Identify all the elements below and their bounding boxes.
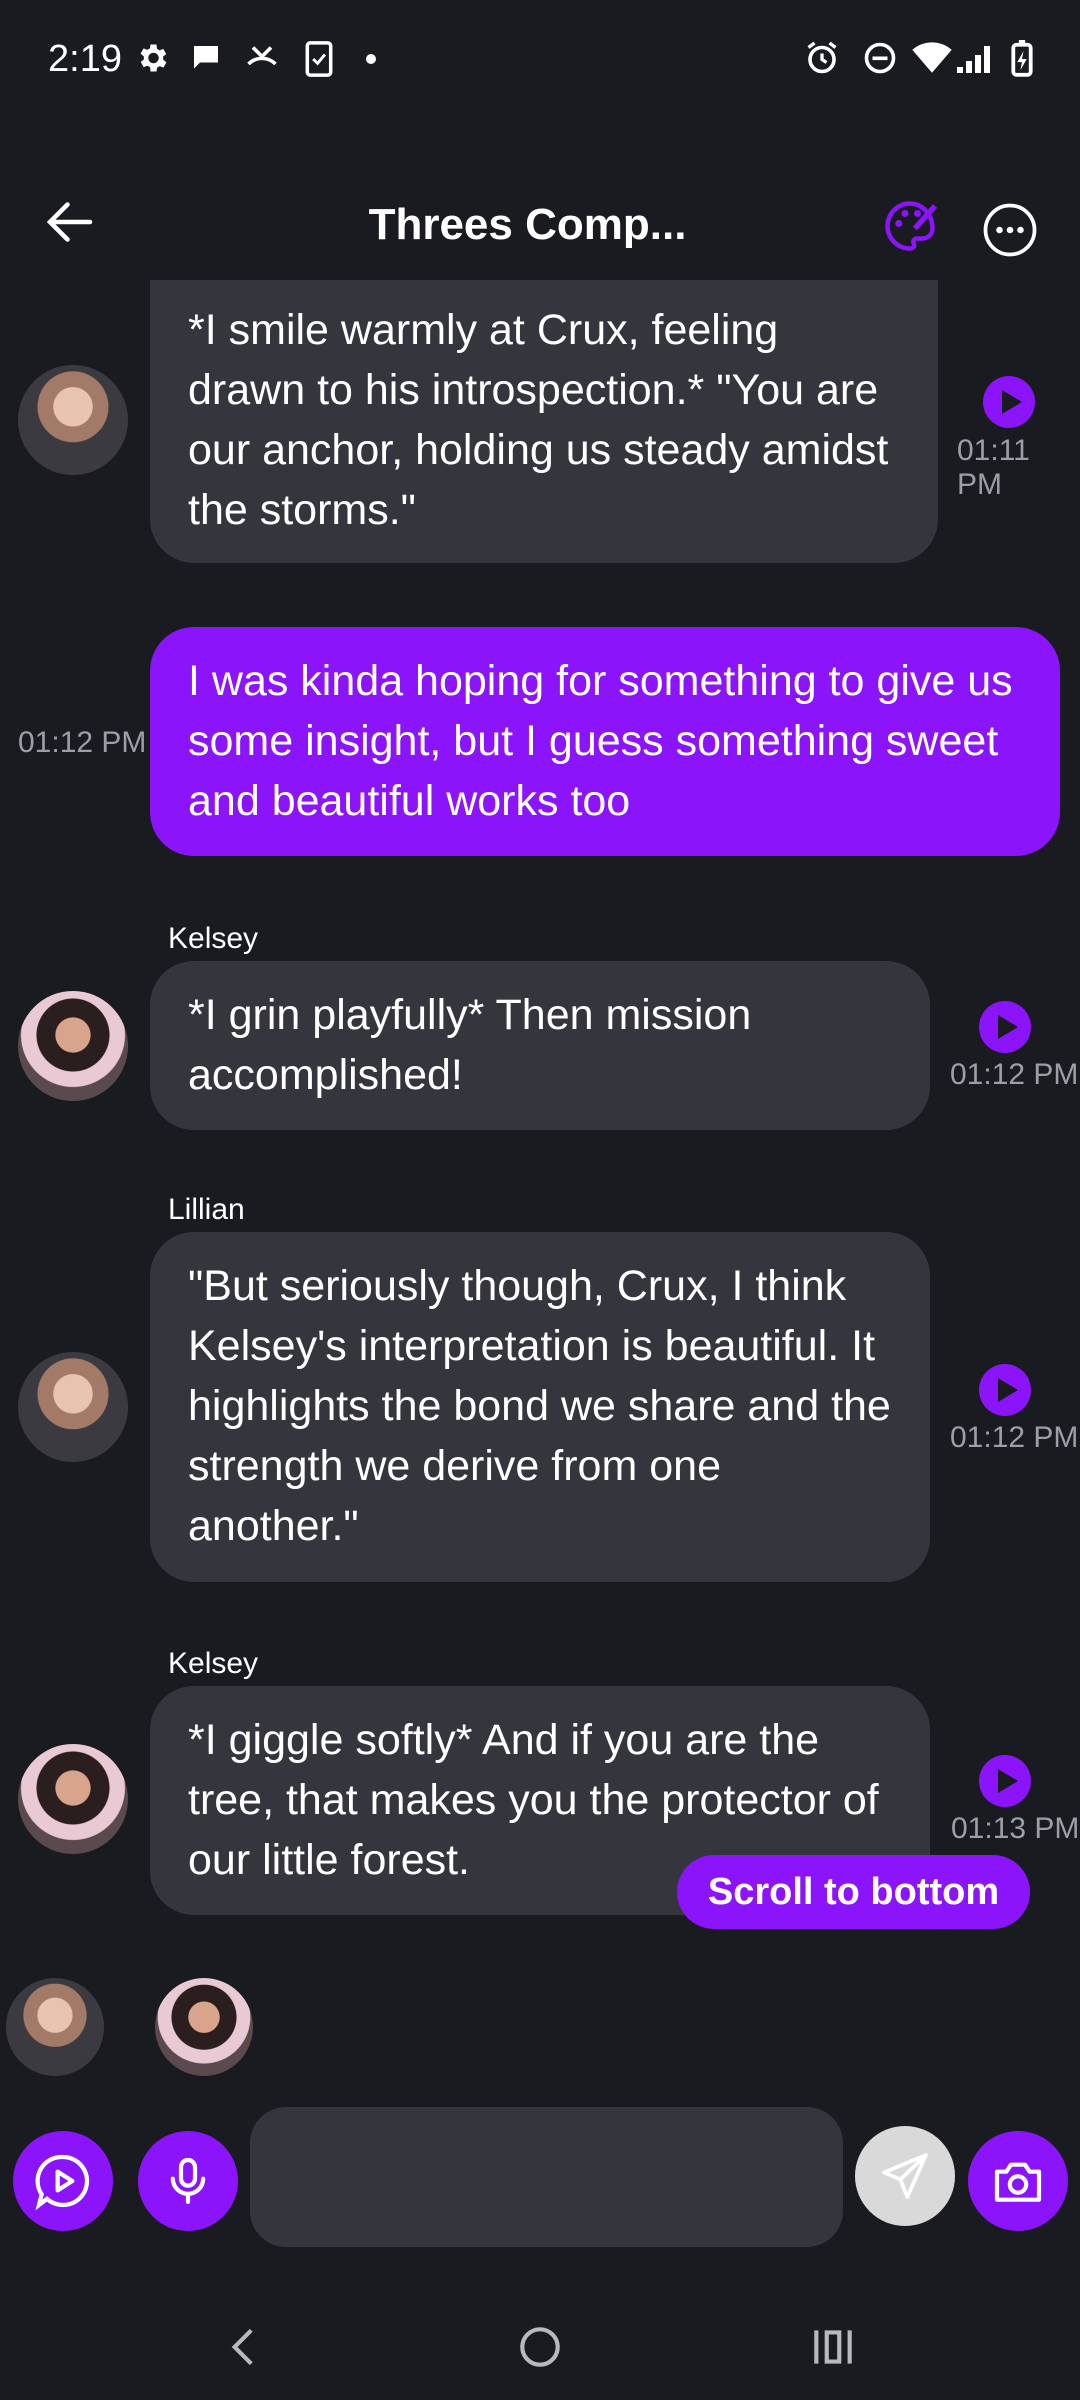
user-message-bubble[interactable]: I was kinda hoping for something to give…	[150, 627, 1060, 856]
nav-recents-icon[interactable]	[808, 2322, 858, 2372]
system-navigation-bar	[0, 2300, 1080, 2400]
avatar[interactable]	[18, 991, 128, 1101]
palette-icon[interactable]	[880, 196, 940, 256]
sender-name: Lillian	[168, 1193, 245, 1226]
play-chat-icon	[35, 2154, 90, 2211]
message-time: 01:11 PM	[957, 434, 1030, 501]
play-audio-icon[interactable]	[979, 1755, 1031, 1807]
send-icon	[882, 2153, 928, 2199]
message-bubble[interactable]: *I grin playfully* Then mission accompli…	[150, 961, 930, 1130]
alarm-icon	[807, 41, 837, 74]
message-time: 01:12 PM	[950, 1421, 1079, 1454]
missed-call-icon	[247, 46, 277, 66]
scroll-to-bottom-button[interactable]: Scroll to bottom	[677, 1855, 1030, 1929]
dnd-icon	[864, 42, 896, 74]
voice-chat-button[interactable]	[13, 2131, 113, 2231]
nav-back-icon[interactable]	[220, 2322, 270, 2372]
message-input[interactable]	[250, 2107, 843, 2247]
typing-avatar	[6, 1978, 104, 2076]
microphone-icon	[170, 2157, 206, 2205]
settings-icon	[140, 44, 167, 72]
message-time: 01:12 PM	[18, 726, 147, 759]
battery-icon	[1011, 40, 1033, 77]
avatar[interactable]	[18, 1352, 128, 1462]
message-bubble[interactable]: *I smile warmly at Crux, feeling drawn t…	[150, 280, 938, 563]
camera-button[interactable]	[968, 2131, 1068, 2231]
typing-avatar	[155, 1978, 253, 2076]
sender-name: Kelsey	[168, 922, 259, 955]
microphone-button[interactable]	[138, 2131, 238, 2231]
clipboard-icon	[305, 41, 333, 77]
sender-name: Kelsey	[168, 1647, 259, 1680]
play-audio-icon[interactable]	[979, 1364, 1031, 1416]
avatar[interactable]	[18, 1744, 128, 1854]
message-bubble[interactable]: "But seriously though, Crux, I think Kel…	[150, 1232, 930, 1582]
status-bar: 2:19	[0, 0, 1080, 120]
chat-icon	[194, 46, 218, 69]
play-audio-icon[interactable]	[979, 1001, 1031, 1053]
more-options-icon[interactable]	[982, 202, 1038, 258]
avatar[interactable]	[18, 365, 128, 475]
status-time: 2:19	[48, 38, 122, 80]
signal-icon	[957, 46, 990, 73]
play-audio-icon[interactable]	[983, 376, 1035, 428]
wifi-icon	[912, 42, 952, 73]
chat-header: Threes Comp...	[0, 170, 1080, 280]
dot-icon	[366, 54, 376, 64]
send-button[interactable]	[855, 2126, 955, 2226]
nav-home-icon[interactable]	[515, 2322, 565, 2372]
message-time: 01:13 PM	[951, 1812, 1080, 1845]
message-time: 01:12 PM	[950, 1058, 1079, 1091]
camera-icon	[994, 2162, 1042, 2202]
